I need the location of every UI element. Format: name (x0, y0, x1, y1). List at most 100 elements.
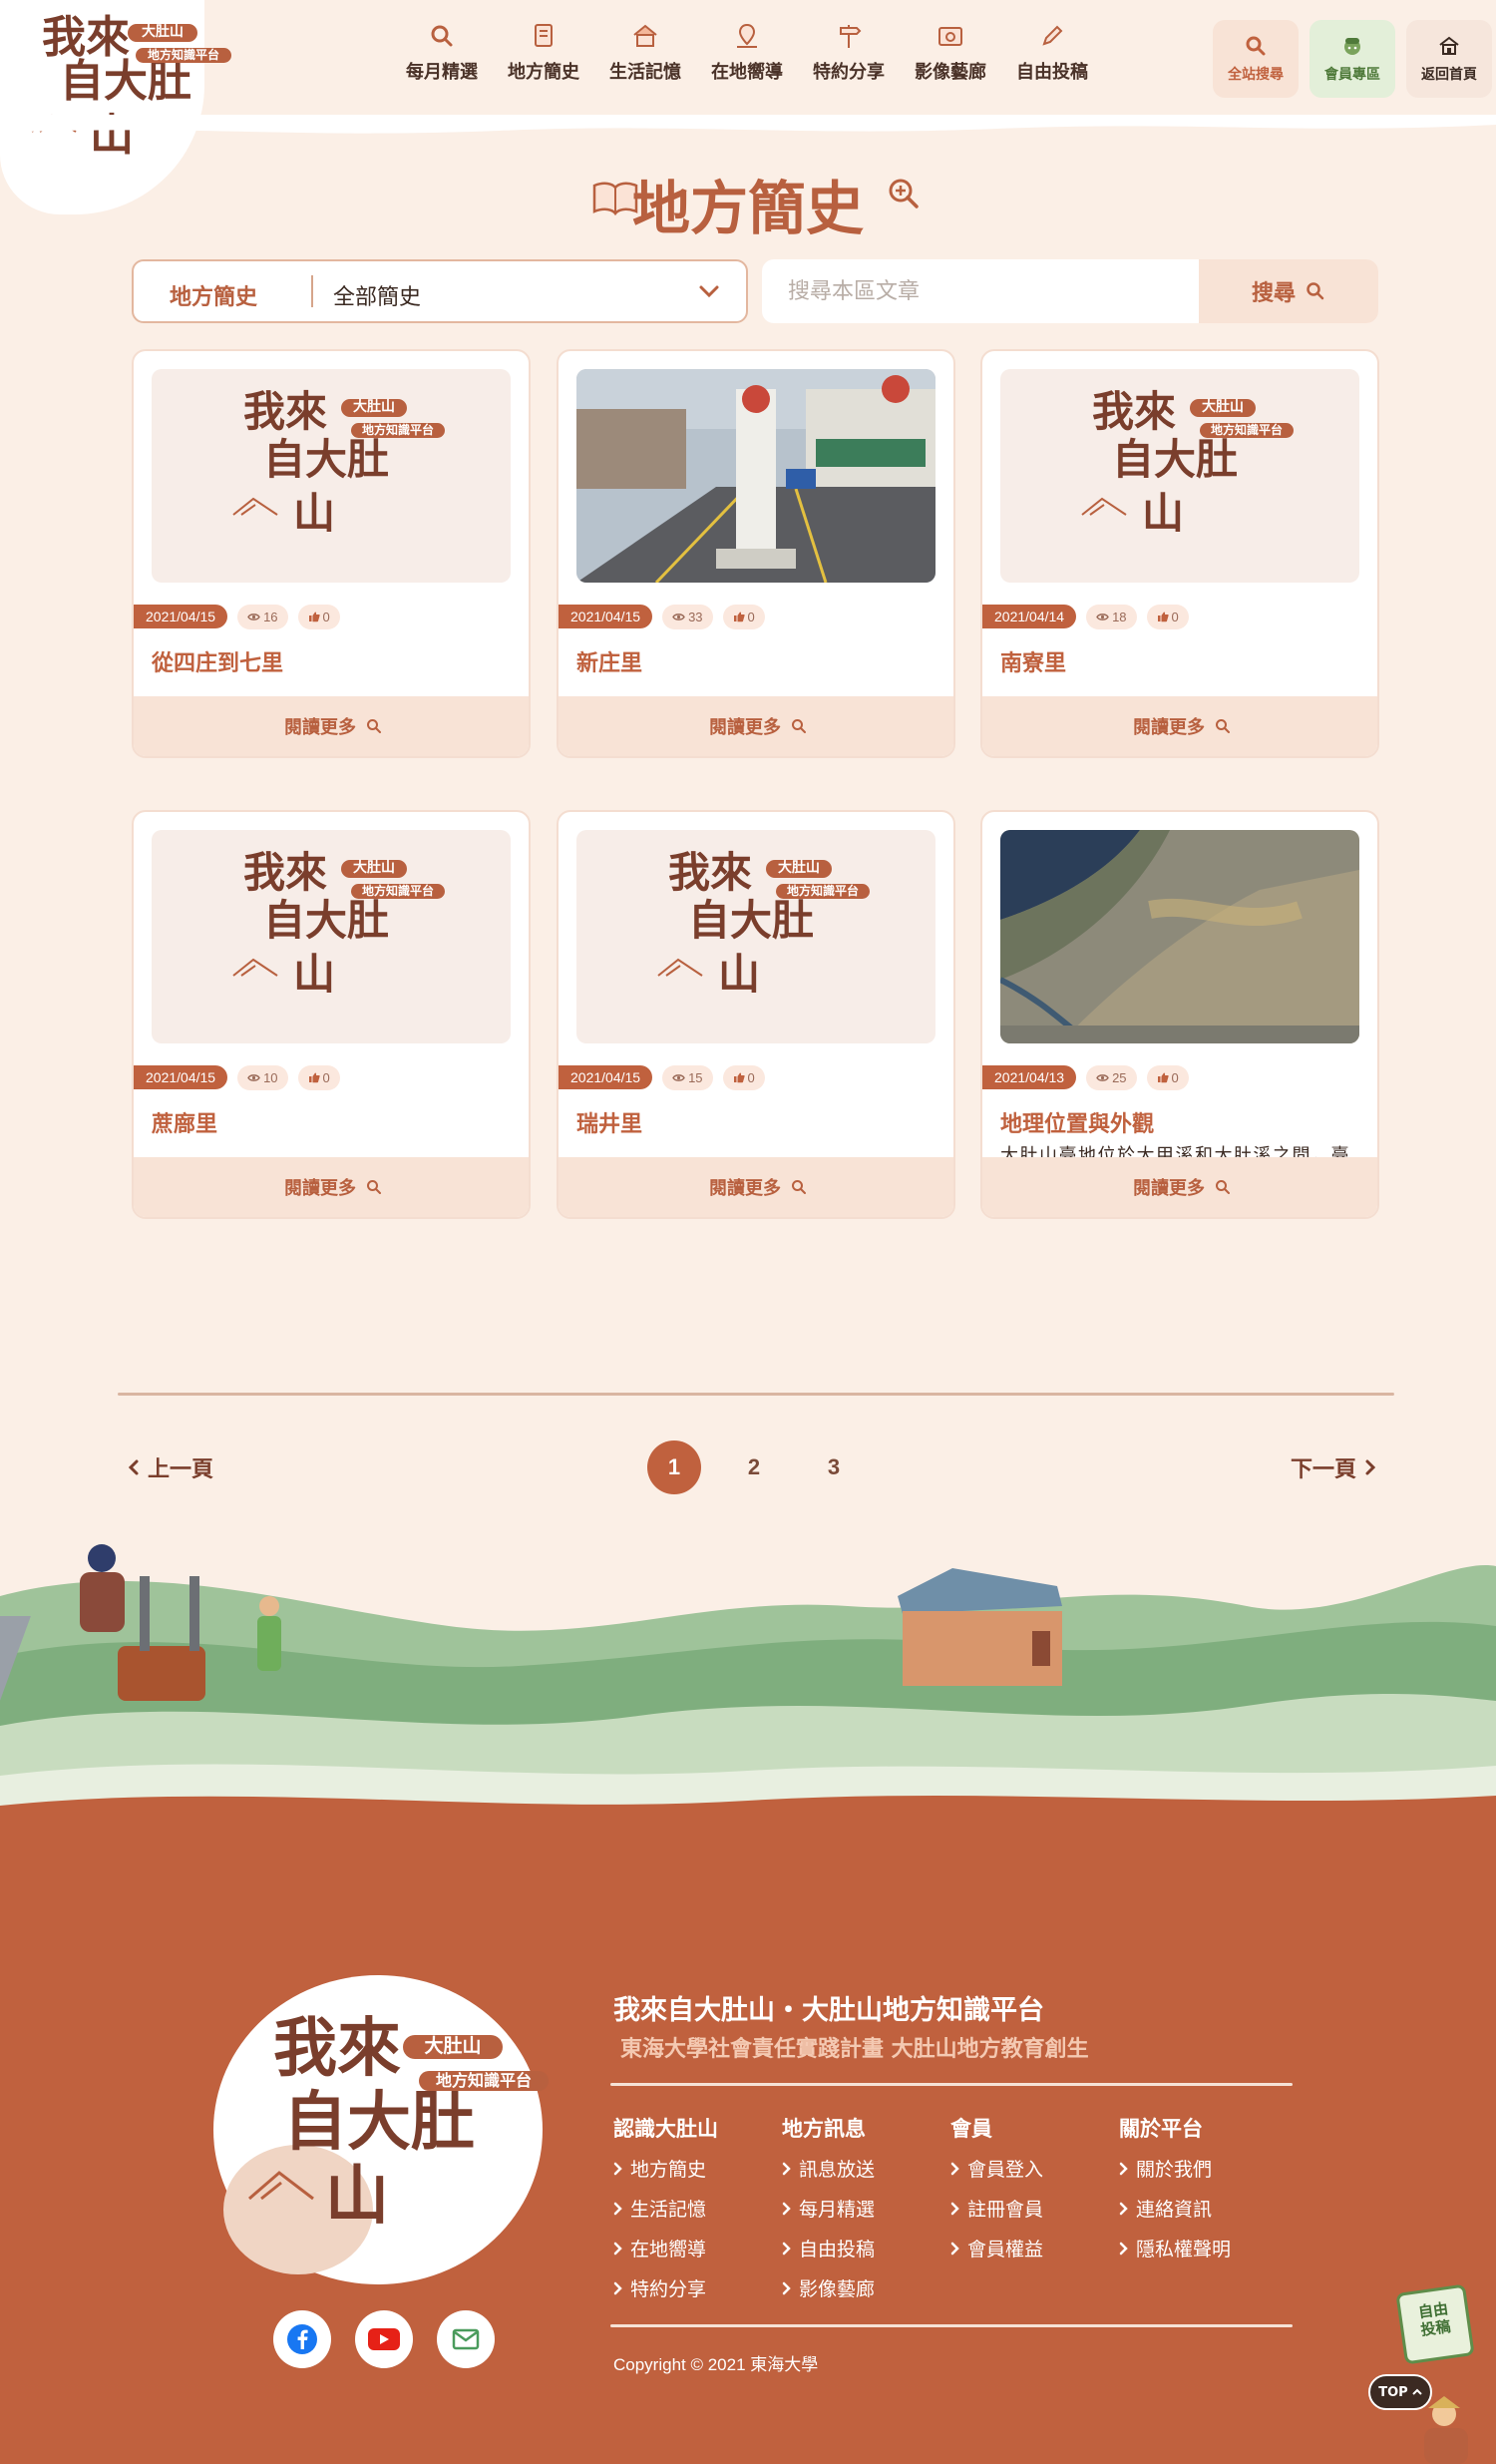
card-image[interactable]: 我來 自大肚 山 大肚山 地方知識平台 (152, 369, 511, 583)
member-area-label: 會員專區 (1324, 67, 1380, 83)
photo-icon (938, 27, 962, 46)
read-more-button[interactable]: 閱讀更多 (134, 1157, 529, 1217)
page-2[interactable]: 2 (727, 1440, 781, 1494)
nav-item-submit[interactable]: 自由投稿 (1001, 22, 1103, 84)
card-image[interactable]: 我來 自大肚 山 大肚山 地方知識平台 (152, 830, 511, 1043)
nav-item-share[interactable]: 特約分享 (798, 22, 900, 84)
footer-link-label: 影像藝廊 (799, 2278, 876, 2300)
view-count-value: 16 (263, 609, 278, 624)
footer-link[interactable]: 影像藝廊 (782, 2274, 875, 2301)
footer-link[interactable]: 特約分享 (613, 2274, 706, 2301)
article-card[interactable]: 我來 自大肚 山 大肚山 地方知識平台 2021/04/15 10 0 蔗廍里 閱讀更多 (132, 810, 531, 1219)
nav-label: 自由投稿 (1016, 62, 1088, 83)
footer-link[interactable]: 訊息放送 (782, 2155, 875, 2182)
main-nav: 每月精選 地方簡史 生活記憶 在地嚮導 特約分享 影像藝廊 自由投稿 (391, 22, 1103, 84)
article-card[interactable]: 我來 自大肚 山 大肚山 地方知識平台 2021/04/15 15 0 瑞井里 閱讀更多 (557, 810, 955, 1219)
footer-link[interactable]: 會員登入 (950, 2155, 1043, 2182)
card-title[interactable]: 地理位置與外觀 (1000, 1106, 1154, 1138)
prev-page-link[interactable]: 上一頁 (128, 1451, 213, 1483)
like-count[interactable]: 0 (297, 604, 340, 629)
nav-item-history[interactable]: 地方簡史 (493, 22, 594, 84)
footer-link[interactable]: 在地嚮導 (613, 2235, 706, 2261)
article-card[interactable]: 我來 自大肚 山 大肚山 地方知識平台 2021/04/14 18 0 南寮里 閱讀更多 (980, 349, 1379, 758)
thumbs-up-icon (733, 1072, 745, 1082)
view-count: 10 (237, 1064, 288, 1090)
like-count[interactable]: 0 (1146, 1064, 1189, 1090)
read-more-button[interactable]: 閱讀更多 (559, 696, 953, 756)
card-image[interactable]: 我來 自大肚 山 大肚山 地方知識平台 (576, 830, 935, 1043)
youtube-icon (368, 2328, 400, 2350)
mascot-figure-icon (1424, 2396, 1468, 2464)
facebook-link[interactable] (273, 2310, 331, 2368)
article-card[interactable]: 2021/04/13250地理位置與外觀大肚山臺地位於大甲溪和大肚溪之間，臺中盆… (980, 810, 1379, 1219)
footer-link[interactable]: 自由投稿 (782, 2235, 875, 2261)
nav-item-monthly[interactable]: 每月精選 (391, 22, 493, 84)
search-input[interactable] (762, 259, 1199, 323)
page-3[interactable]: 3 (807, 1440, 861, 1494)
placeholder-logo: 我來 自大肚 山 大肚山 地方知識平台 (232, 852, 445, 1022)
view-count-value: 10 (263, 1069, 278, 1085)
read-more-button[interactable]: 閱讀更多 (982, 696, 1377, 756)
chevron-right-icon (782, 2242, 791, 2255)
card-title[interactable]: 新庄里 (576, 645, 642, 677)
like-count-value: 0 (322, 1069, 330, 1085)
placeholder-logo: 我來 自大肚 山 大肚山 地方知識平台 (657, 852, 870, 1022)
card-image[interactable] (576, 369, 935, 583)
member-area-button[interactable]: 會員專區 (1309, 20, 1395, 98)
logo-line-1: 我來 (1092, 387, 1177, 436)
footer-link[interactable]: 隱私權聲明 (1119, 2235, 1231, 2261)
eye-icon (1096, 1073, 1109, 1081)
card-title[interactable]: 蔗廍里 (152, 1106, 217, 1138)
like-count[interactable]: 0 (722, 1064, 765, 1090)
home-button[interactable]: 返回首頁 (1406, 20, 1492, 98)
card-image[interactable] (1000, 830, 1359, 1043)
site-search-button[interactable]: 全站搜尋 (1213, 20, 1299, 98)
next-page-link[interactable]: 下一頁 (1291, 1451, 1376, 1483)
footer-link[interactable]: 連絡資訊 (1119, 2195, 1212, 2222)
nav-item-guide[interactable]: 在地嚮導 (696, 22, 798, 84)
like-count[interactable]: 0 (297, 1064, 340, 1090)
floating-submit-button[interactable]: 自由投稿 (1395, 2283, 1475, 2365)
chevron-left-icon (128, 1459, 139, 1475)
mail-link[interactable] (437, 2310, 495, 2368)
page-1[interactable]: 1 (647, 1440, 701, 1494)
search-icon (1216, 719, 1230, 733)
home-icon (1439, 36, 1459, 55)
like-count-value: 0 (1171, 609, 1179, 624)
search-icon (792, 719, 806, 733)
like-count-value: 0 (747, 1069, 755, 1085)
footer-link[interactable]: 會員權益 (950, 2235, 1043, 2261)
read-more-button[interactable]: 閱讀更多 (559, 1157, 953, 1217)
article-card[interactable]: 2021/04/15 33 0 新庄里閱讀更多 (557, 349, 955, 758)
card-image[interactable]: 我來 自大肚 山 大肚山 地方知識平台 (1000, 369, 1359, 583)
nav-item-memory[interactable]: 生活記憶 (594, 22, 696, 84)
card-date: 2021/04/14 (982, 605, 1077, 628)
footer-link[interactable]: 地方簡史 (613, 2155, 706, 2182)
footer-column-heading: 地方訊息 (782, 2117, 866, 2141)
thumbs-up-icon (308, 612, 320, 621)
youtube-link[interactable] (355, 2310, 413, 2368)
logo-tag-2: 地方知識平台 (351, 884, 445, 899)
read-more-button[interactable]: 閱讀更多 (982, 1157, 1377, 1217)
eye-icon (1096, 613, 1109, 620)
search-button[interactable]: 搜尋 (1199, 259, 1378, 323)
footer-link[interactable]: 關於我們 (1119, 2155, 1212, 2182)
card-title[interactable]: 從四庄到七里 (152, 645, 283, 677)
like-count[interactable]: 0 (1146, 604, 1189, 629)
like-count[interactable]: 0 (722, 604, 765, 629)
category-filter[interactable]: 地方簡史 全部簡史 (132, 259, 748, 323)
card-meta: 2021/04/15 10 0 (134, 1063, 340, 1091)
footer-logo[interactable]: 我來 自大肚 山 大肚山 地方知識平台 (213, 1975, 553, 2284)
footer-link[interactable]: 註冊會員 (950, 2195, 1043, 2222)
card-meta: 2021/04/15 33 0 (559, 603, 765, 630)
card-title[interactable]: 南寮里 (1000, 645, 1066, 677)
read-more-button[interactable]: 閱讀更多 (134, 696, 529, 756)
footer-link[interactable]: 生活記憶 (613, 2195, 706, 2222)
footer-link[interactable]: 每月精選 (782, 2195, 875, 2222)
card-title[interactable]: 瑞井里 (576, 1106, 642, 1138)
aerial-photo (1000, 830, 1359, 1043)
mail-icon (452, 2328, 480, 2350)
nav-item-gallery[interactable]: 影像藝廊 (900, 22, 1001, 84)
article-card[interactable]: 我來 自大肚 山 大肚山 地方知識平台 2021/04/15 16 0 從四庄到七里閱… (132, 349, 531, 758)
search-icon (1216, 1180, 1230, 1194)
